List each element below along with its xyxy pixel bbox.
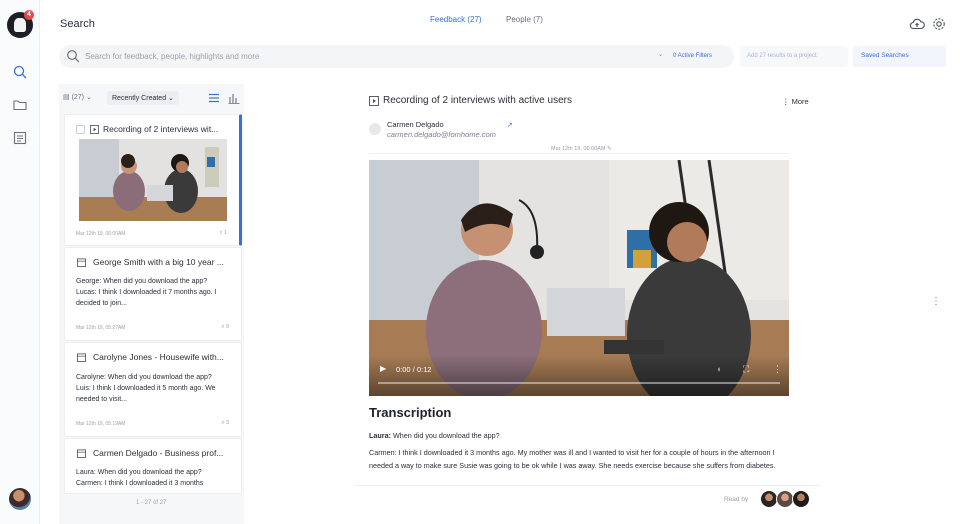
calendar-note-icon <box>77 258 86 267</box>
author-avatar <box>369 123 381 135</box>
user-avatar[interactable] <box>9 488 31 510</box>
calendar-note-icon <box>77 449 86 458</box>
list-item-count: ⌕ 9 <box>221 324 229 330</box>
list-item-count: ⌕ 3 <box>221 420 229 426</box>
active-filters-label: 0 Active Filters <box>673 53 713 59</box>
video-menu-icon[interactable]: ⋮ <box>773 364 782 375</box>
detail-date-text: Mar 12th 19, 06:00AM <box>551 146 606 152</box>
volume-icon[interactable]: ◖ <box>716 364 721 374</box>
video-time: 0:00 / 0:12 <box>396 365 432 374</box>
cloud-upload-icon[interactable] <box>909 16 925 32</box>
result-count[interactable]: ▤ (27) ⌄ <box>63 93 92 101</box>
transcript-text: I think I downloaded it 3 months ago. My… <box>369 448 776 470</box>
select-checkbox[interactable] <box>76 125 85 134</box>
page-title: Search <box>60 18 95 30</box>
search-input[interactable]: Search for feedback, people, highlights … <box>85 52 259 61</box>
tab-feedback[interactable]: Feedback (27) <box>430 15 482 24</box>
list-item-excerpt: Carolyne: When did you download the app?… <box>76 374 216 403</box>
list-item-count: ⌕ 1 <box>219 230 227 236</box>
search-icon <box>67 50 80 63</box>
list-item-title: Recording of 2 interviews wit... <box>103 124 219 134</box>
highlight-count: 9 <box>225 324 229 330</box>
fullscreen-icon[interactable]: ⛶ <box>743 364 749 375</box>
folder-icon[interactable] <box>12 97 28 113</box>
kebab-menu-icon[interactable]: ⋮ <box>931 296 941 307</box>
search-bar[interactable]: Search for feedback, people, highlights … <box>59 45 734 68</box>
video-icon <box>369 96 379 106</box>
play-icon[interactable]: ▶ <box>380 364 386 373</box>
transcript-speaker: Laura: <box>369 431 391 440</box>
list-item-date: Mar 12th 19, 05:19AM <box>76 421 126 427</box>
list-item-date: Mar 12th 19, 06:00AM <box>76 231 126 237</box>
more-button[interactable]: ⋮ More <box>782 97 809 106</box>
highlight-count: 1 <box>223 230 227 236</box>
list-item[interactable]: Recording of 2 interviews wit... Mar 12t… <box>64 114 242 246</box>
list-item-excerpt: Laura: When did you download the app? Ca… <box>76 469 204 487</box>
gear-icon[interactable] <box>931 16 947 32</box>
chevron-down-icon: ⌄ <box>658 52 664 58</box>
notification-badge: 4 <box>24 10 34 20</box>
video-thumbnail[interactable] <box>79 139 227 221</box>
author-email: carmen.delgado@fomhome.com <box>387 130 496 139</box>
read-by-label: Read by <box>724 496 749 503</box>
calendar-note-icon <box>77 353 86 362</box>
list-item-title: Carmen Delgado - Business prof... <box>93 448 224 458</box>
sort-label: Recently Created <box>112 95 167 102</box>
saved-searches-button[interactable]: Saved Searches <box>853 46 946 67</box>
reader-avatar[interactable] <box>792 490 810 508</box>
transcript-line: Carmen: I think I downloaded it 3 months… <box>369 447 789 472</box>
detail-title: Recording of 2 interviews with active us… <box>383 95 572 106</box>
highlight-count: 3 <box>225 420 229 426</box>
transcript-speaker: Carmen: <box>369 448 397 457</box>
transcription-heading: Transcription <box>369 405 452 420</box>
chart-view-icon[interactable] <box>228 92 240 104</box>
list-item[interactable]: Carmen Delgado - Business prof... Laura:… <box>64 438 242 494</box>
list-item[interactable]: George Smith with a big 10 year ... Geor… <box>64 247 242 341</box>
open-author-icon[interactable]: ➚ <box>507 121 513 129</box>
video-icon <box>90 125 99 134</box>
left-rail: 4 <box>0 0 40 524</box>
search-icon[interactable] <box>12 64 28 80</box>
list-item-title: George Smith with a big 10 year ... <box>93 257 224 267</box>
tab-people[interactable]: People (7) <box>506 15 543 24</box>
list-item-title: Carolyne Jones - Housewife with... <box>93 352 224 362</box>
divider <box>355 485 820 486</box>
pagination: 1 - 27 of 27 <box>136 500 167 506</box>
video-progress-bar[interactable] <box>378 382 780 384</box>
more-label: More <box>791 97 809 106</box>
list-item-excerpt: George: When did you download the app? L… <box>76 278 217 307</box>
notes-icon[interactable] <box>12 130 28 146</box>
sort-select[interactable]: Recently Created ⌄ <box>107 91 179 105</box>
detail-date: Mar 12th 19, 06:00AM ✎ <box>551 146 612 152</box>
list-item[interactable]: Carolyne Jones - Housewife with... Carol… <box>64 342 242 437</box>
transcript-line: Laura: When did you download the app? <box>369 430 789 443</box>
result-count-label: (27) <box>71 94 85 101</box>
list-view-icon[interactable] <box>208 92 220 104</box>
divider <box>369 153 789 154</box>
transcript-text: When did you download the app? <box>392 431 500 440</box>
add-to-project-button[interactable]: Add 27 results to a project <box>740 46 848 67</box>
author-name[interactable]: Carmen Delgado <box>387 120 444 129</box>
video-controls <box>369 355 789 396</box>
active-filters-button[interactable]: ⌄ 0 Active Filters <box>652 48 732 65</box>
list-item-date: Mar 12th 19, 05:27AM <box>76 325 126 331</box>
